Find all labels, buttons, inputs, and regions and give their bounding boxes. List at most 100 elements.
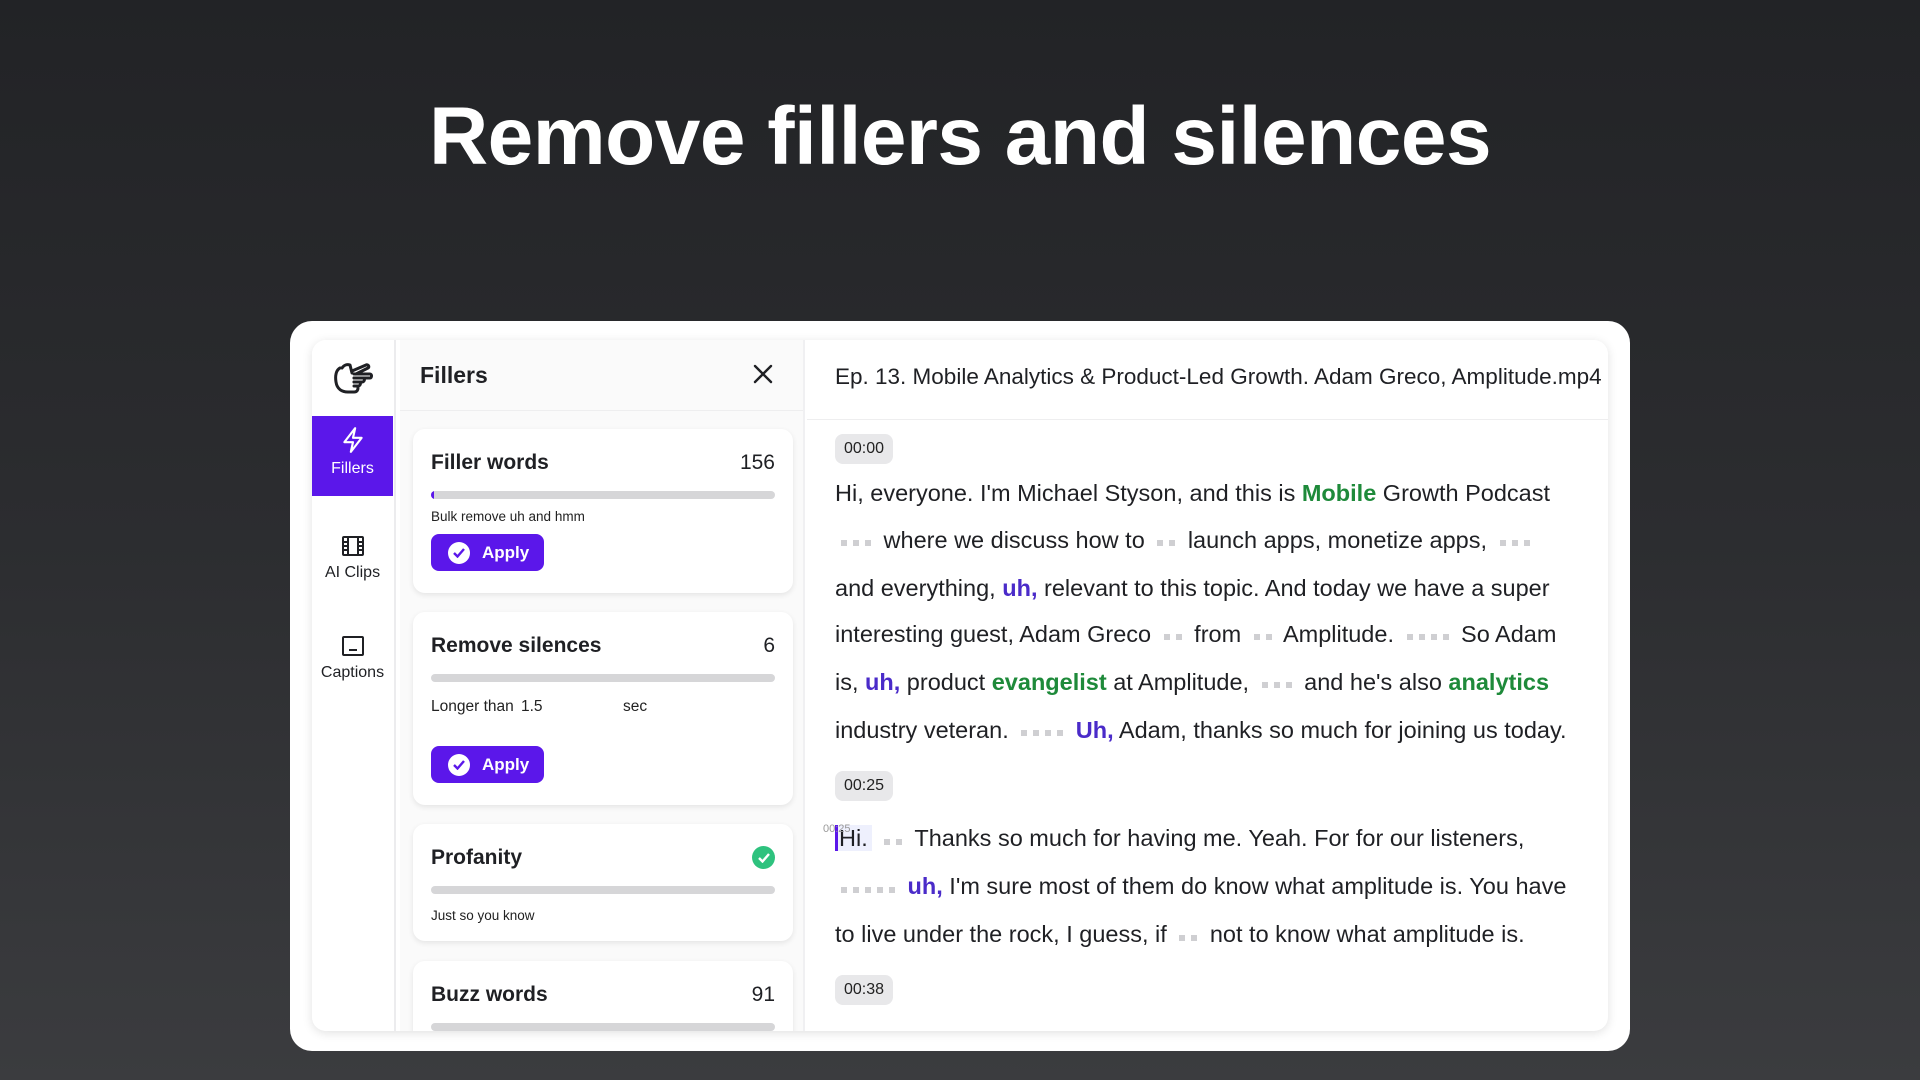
- silence-marker[interactable]: [1404, 613, 1452, 660]
- card-count: 156: [739, 451, 775, 474]
- card-description: Just so you know: [431, 908, 535, 923]
- panel-header: Fillers: [400, 340, 803, 411]
- silence-marker[interactable]: [1251, 613, 1275, 660]
- silence-dot: [865, 886, 871, 893]
- sidebar-item-fillers[interactable]: Fillers: [312, 416, 393, 496]
- silence-dot: [841, 886, 847, 893]
- card-title: Profanity: [431, 846, 523, 869]
- sidebar-item-captions[interactable]: Captions: [312, 616, 393, 696]
- filler-word[interactable]: uh,: [865, 669, 900, 695]
- silence-dot: [1157, 539, 1164, 546]
- app-window: Fillers AI Clips Captions Fillers Filler…: [290, 321, 1630, 1051]
- transcript-text: Thanks so much for having me. Yeah. For …: [908, 825, 1525, 852]
- sidebar-item-label: Fillers: [331, 460, 374, 477]
- silence-dot: [1418, 634, 1425, 641]
- transcript-body[interactable]: 00:00 Hi, everyone. I'm Michael Styson, a…: [823, 420, 1580, 1006]
- silence-dot: [1261, 682, 1268, 689]
- transcript-text: Adam, thanks so much for joining us toda…: [1113, 717, 1567, 744]
- panel-title: Fillers: [420, 362, 488, 388]
- app-frame: Fillers AI Clips Captions Fillers Filler…: [312, 340, 1608, 1031]
- filler-words-card: Filler words 156 Bulk remove uh and hmm A…: [413, 429, 793, 593]
- transcript-paragraph[interactable]: 00:25 Hi. Thanks so much for having me. Y…: [823, 815, 1580, 960]
- silence-marker[interactable]: [1176, 913, 1200, 960]
- silence-dot: [1406, 634, 1413, 641]
- silence-dot: [1191, 934, 1198, 941]
- timestamp-badge[interactable]: 00:00: [835, 434, 894, 464]
- silence-dot: [884, 838, 891, 845]
- transcript-text: and he's also: [1297, 669, 1449, 696]
- transcript-segment: 00:00 Hi, everyone. I'm Michael Styson, a…: [835, 434, 1580, 755]
- transcript-text: not to know what amplitude is.: [1203, 921, 1525, 948]
- silence-dot: [1523, 539, 1530, 546]
- silence-marker[interactable]: [1497, 518, 1533, 565]
- progress-fill: [431, 491, 435, 499]
- sidebar: Fillers AI Clips Captions: [312, 340, 396, 1031]
- silence-marker[interactable]: [1259, 661, 1295, 708]
- transcript-header: Ep. 13. Mobile Analytics & Product-Led G…: [807, 340, 1608, 420]
- transcript-segment: 00:38: [835, 975, 1580, 1006]
- unit-label: sec: [623, 698, 648, 715]
- transcript-text: Growth Podcast: [1376, 480, 1550, 506]
- card-count: 6: [763, 634, 775, 657]
- silence-duration-input[interactable]: 1.5: [521, 698, 543, 716]
- card-title: Remove silences: [431, 634, 602, 657]
- transcript-text: and everything,: [835, 574, 1003, 601]
- silence-dot: [1175, 634, 1182, 641]
- filler-word[interactable]: uh,: [908, 873, 943, 899]
- silence-marker[interactable]: [1154, 518, 1178, 565]
- silence-marker[interactable]: [838, 865, 898, 912]
- silence-dot: [889, 886, 895, 893]
- silence-marker[interactable]: [1018, 709, 1066, 756]
- card-title: Filler words: [431, 451, 549, 474]
- transcript-text: at Amplitude,: [1106, 669, 1256, 696]
- check-circle-icon: [448, 753, 470, 776]
- longer-than-label: Longer than: [431, 698, 514, 715]
- remove-silences-card: Remove silences 6 Longer than 1.5 sec App…: [413, 612, 793, 805]
- silence-marker[interactable]: [881, 817, 905, 864]
- apply-filler-words-button[interactable]: Apply: [431, 534, 544, 571]
- filler-word[interactable]: uh,: [1002, 575, 1037, 601]
- silence-dot: [1021, 730, 1028, 737]
- transcript-text: industry veteran.: [835, 717, 1016, 744]
- silence-dot: [1511, 539, 1518, 546]
- silence-dot: [853, 886, 859, 893]
- silence-dot: [877, 886, 883, 893]
- success-check-icon: [752, 846, 775, 869]
- silence-dot: [1265, 634, 1272, 641]
- timestamp-badge[interactable]: 00:38: [835, 975, 894, 1006]
- transcript-text: from: [1187, 621, 1248, 648]
- silence-dot: [1163, 634, 1170, 641]
- silence-dot: [865, 539, 871, 546]
- silence-marker[interactable]: [838, 518, 874, 565]
- transcript-text: Amplitude.: [1277, 621, 1401, 648]
- buzz-words-card: Buzz words 91: [413, 961, 793, 1031]
- filler-word[interactable]: Uh,: [1076, 717, 1114, 743]
- progress-bar: [431, 491, 775, 499]
- card-title: Buzz words: [431, 983, 548, 1006]
- sidebar-item-ai-clips[interactable]: AI Clips: [312, 516, 393, 596]
- buzz-word[interactable]: Mobile: [1302, 480, 1376, 506]
- timestamp-badge[interactable]: 00:25: [835, 771, 894, 802]
- buzz-word[interactable]: evangelist: [992, 669, 1107, 695]
- buzz-word[interactable]: analytics: [1448, 669, 1549, 695]
- hero-title: Remove fillers and silences: [428, 91, 1492, 182]
- silence-dot: [841, 539, 847, 546]
- card-description: Bulk remove uh and hmm: [431, 509, 585, 524]
- transcript-text: where we discuss how to: [877, 526, 1152, 553]
- button-label: Apply: [482, 754, 530, 774]
- silence-marker[interactable]: [1161, 613, 1185, 660]
- silence-dot: [1273, 682, 1280, 689]
- transcript-segment: 00:25 00:25 Hi. Thanks so much for having …: [823, 771, 1580, 960]
- close-icon[interactable]: [751, 362, 775, 386]
- fillers-panel: Fillers Filler words 156 Bulk remove uh a…: [400, 340, 805, 1031]
- silence-dot: [1169, 539, 1176, 546]
- apply-silences-button[interactable]: Apply: [431, 746, 544, 783]
- silence-dot: [1442, 634, 1449, 641]
- transcript-editor: Ep. 13. Mobile Analytics & Product-Led G…: [807, 340, 1608, 1031]
- transcript-text: Hi, everyone. I'm Michael Styson, and th…: [835, 480, 1302, 506]
- transcript-paragraph[interactable]: Hi, everyone. I'm Michael Styson, and th…: [835, 470, 1580, 755]
- card-count: 91: [751, 983, 775, 1006]
- silence-dot: [896, 838, 903, 845]
- progress-bar: [431, 886, 775, 894]
- transcript-text: [872, 825, 879, 851]
